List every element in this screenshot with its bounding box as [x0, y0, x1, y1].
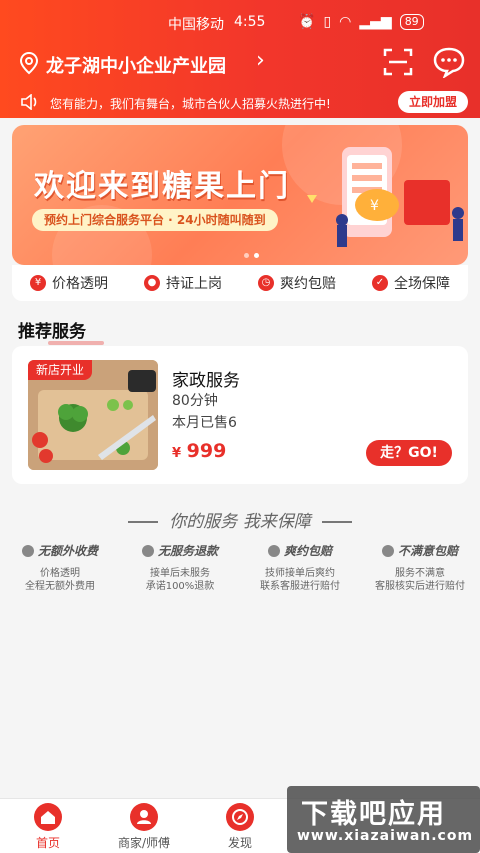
svg-text:¥: ¥: [370, 198, 379, 214]
feature-item: ✓ 全场保障: [372, 273, 450, 293]
speaker-icon: [21, 94, 37, 110]
guarantee-desc: 客服核实后进行赔付: [375, 581, 465, 592]
guarantee-title: 你的服务 我来保障: [0, 507, 480, 532]
clock-icon: ◷: [258, 275, 274, 291]
feature-label: 爽约包赔: [280, 276, 336, 292]
currency-symbol: ¥: [172, 446, 182, 461]
guarantee-list: 无额外收费 价格透明全程无额外费用 无服务退款 接单后未服务 承诺100%退款 爽…: [0, 542, 480, 593]
heart-hand-icon: [381, 544, 394, 557]
guarantee-desc: 服务不满意: [395, 568, 445, 579]
section-title: 推荐服务: [18, 317, 104, 345]
service-card[interactable]: 新店开业 家政服务 80分钟 本月已售6 ¥ 999 走？GO!: [12, 346, 468, 484]
location-pin-icon: [19, 51, 39, 75]
notice-text: 您有能力，我们有舞台，城市合伙人招募火热进行中!: [50, 97, 331, 111]
guarantee-item-title: 不满意包赔: [397, 544, 458, 558]
banner-pagination: [244, 253, 259, 258]
signal-icon: ▂▄▆: [359, 14, 392, 30]
page-dot-active: [254, 253, 259, 258]
location-bar: 龙子湖中小企业产业园 ›: [0, 44, 480, 86]
guarantee-title-text: 你的服务 我来保障: [169, 512, 311, 532]
location-name[interactable]: 龙子湖中小企业产业园: [46, 52, 226, 78]
service-duration: 80分钟: [172, 393, 218, 409]
merchant-icon: [130, 803, 158, 831]
feature-item: ● 持证上岗: [144, 273, 222, 293]
nav-merchants[interactable]: 商家/师傅: [104, 803, 184, 851]
feature-strip: ¥ 价格透明 ● 持证上岗 ◷ 爽约包赔 ✓ 全场保障: [12, 265, 468, 301]
go-button[interactable]: 走？GO!: [366, 440, 452, 466]
page-dot: [244, 253, 249, 258]
wifi-icon: ◠: [339, 14, 352, 30]
guarantee-desc: 技师接单后爽约: [265, 568, 335, 579]
guarantee-desc: 价格透明: [40, 568, 80, 579]
promo-banner[interactable]: ¥ 欢迎来到糖果上门 预约上门综合服务平台 · 24小时随叫随到: [12, 125, 468, 265]
discover-icon: [226, 803, 254, 831]
divider: [322, 521, 353, 523]
notice-bar: 您有能力，我们有舞台，城市合伙人招募火热进行中! 立即加盟: [0, 86, 480, 118]
status-icons: ⏰ ▯ ◠ ▂▄▆ 89: [298, 14, 424, 30]
message-icon[interactable]: [432, 46, 466, 78]
guarantee-desc: 承诺100%退款: [145, 581, 215, 592]
feature-item: ¥ 价格透明: [30, 273, 108, 293]
feature-label: 全场保障: [394, 276, 450, 292]
guarantee-desc: 联系客服进行赔付: [260, 581, 340, 592]
banner-subtitle: 预约上门综合服务平台 · 24小时随叫随到: [32, 209, 278, 231]
service-price: ¥ 999: [172, 440, 226, 462]
clock: 4:55: [234, 14, 266, 30]
feature-item: ◷ 爽约包赔: [258, 273, 336, 293]
user-icon: ●: [144, 275, 160, 291]
carrier-label: 中国移动: [168, 17, 224, 33]
nav-discover[interactable]: 发现: [200, 803, 280, 851]
guarantee-desc: 接单后未服务: [150, 568, 210, 579]
alarm-icon: ⏰: [298, 14, 316, 30]
watermark: 下载吧应用 www.xiazaiwan.com: [287, 786, 480, 853]
guarantee-item-title: 无额外收费: [37, 544, 98, 558]
guarantee-item: 爽约包赔 技师接单后爽约 联系客服进行赔付: [240, 542, 360, 593]
service-sold: 本月已售6: [172, 415, 237, 431]
nav-label: 商家/师傅: [117, 836, 171, 850]
home-icon: [34, 803, 62, 831]
new-store-tag: 新店开业: [28, 360, 93, 380]
banner-title: 欢迎来到糖果上门: [34, 169, 290, 204]
nav-label: 发现: [227, 836, 252, 850]
status-bar: 中国移动 4:55 ⏰ ▯ ◠ ▂▄▆ 89: [0, 0, 480, 44]
vibrate-icon: ▯: [323, 14, 332, 30]
shield-icon: ✓: [372, 275, 388, 291]
divider: [127, 521, 158, 523]
watermark-url: www.xiazaiwan.com: [297, 828, 474, 844]
guarantee-item: 无额外收费 价格透明全程无额外费用: [0, 542, 120, 593]
nav-home[interactable]: 首页: [8, 803, 88, 851]
scan-icon[interactable]: [382, 46, 414, 78]
section-title-text: 推荐服务: [18, 322, 86, 342]
no-fee-icon: [21, 544, 34, 557]
service-name: 家政服务: [172, 371, 240, 391]
join-button[interactable]: 立即加盟: [398, 91, 468, 113]
watermark-title: 下载吧应用: [301, 799, 446, 830]
price-icon: ¥: [30, 275, 46, 291]
feature-label: 价格透明: [52, 276, 108, 292]
chevron-right-icon[interactable]: ›: [256, 48, 265, 73]
nav-label: 首页: [35, 836, 60, 850]
guarantee-desc: 全程无额外费用: [25, 581, 95, 592]
guarantee-item-title: 无服务退款: [157, 544, 218, 558]
guarantee-item: 无服务退款 接单后未服务 承诺100%退款: [120, 542, 240, 593]
price-value: 999: [186, 440, 227, 462]
battery-icon: 89: [399, 14, 424, 30]
refund-icon: [141, 544, 154, 557]
feature-label: 持证上岗: [166, 276, 222, 292]
guarantee-item: 不满意包赔 服务不满意客服核实后进行赔付: [360, 542, 480, 593]
guarantee-item-title: 爽约包赔: [283, 544, 332, 558]
clock-icon: [267, 544, 280, 557]
